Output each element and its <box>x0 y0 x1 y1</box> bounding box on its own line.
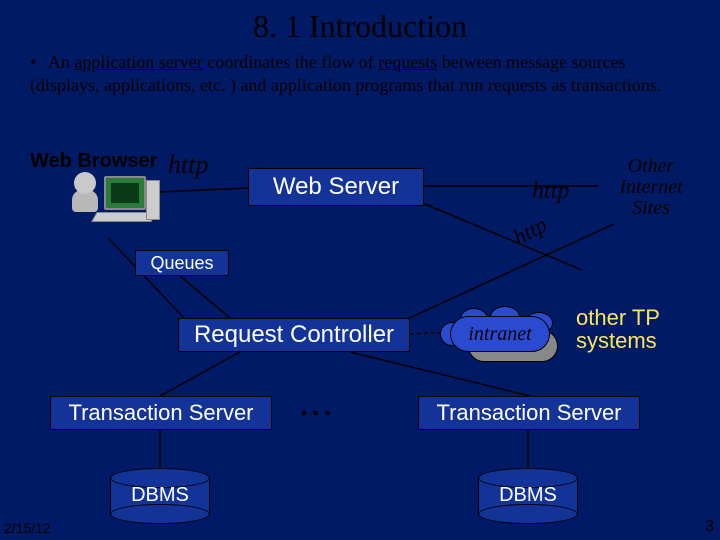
monitor-icon <box>104 176 146 210</box>
dbms-cylinder-2: DBMS <box>478 468 578 524</box>
other-sites-line2: Internet <box>596 177 706 198</box>
bullet-seg2: coordinates the flow of <box>203 52 378 72</box>
http-label-right: http <box>532 178 569 205</box>
bullet-underline2: requests <box>378 52 437 72</box>
bullet-text: An application server coordinates the fl… <box>30 52 661 95</box>
bullet-underline1: application server <box>74 52 202 72</box>
transaction-server-box-2: Transaction Server <box>418 396 640 430</box>
transaction-server-box-1: Transaction Server <box>50 396 272 430</box>
tower-icon <box>146 180 160 220</box>
diagram-stage: Web Browser http Web Server http http Ot… <box>0 150 720 540</box>
person-head-shape <box>74 172 96 194</box>
footer-page-number: 3 <box>705 518 714 536</box>
dbms-cylinder-1: DBMS <box>110 468 210 524</box>
queues-box: Queues <box>135 250 229 276</box>
web-browser-icon <box>72 172 162 232</box>
intranet-label: intranet <box>450 316 550 352</box>
http-label-left: http <box>168 150 208 180</box>
bullet-dot: • <box>30 51 36 74</box>
web-browser-label: Web Browser <box>30 150 157 173</box>
request-controller-box: Request Controller <box>178 318 410 352</box>
cylinder-bottom <box>110 504 210 524</box>
other-tp-line1: other TP <box>576 306 716 329</box>
bullet-seg1: An <box>48 52 75 72</box>
cylinder-bottom <box>478 504 578 524</box>
dbms-label-2: DBMS <box>478 484 578 507</box>
other-tp-line2: systems <box>576 329 716 352</box>
other-sites-line3: Sites <box>596 198 706 219</box>
other-sites-line1: Other <box>596 156 706 177</box>
other-tp-systems-label: other TP systems <box>576 306 716 352</box>
other-internet-sites-label: Other Internet Sites <box>596 156 706 219</box>
slide-title: 8. 1 Introduction <box>0 0 720 45</box>
intranet-cloud: intranet <box>440 310 560 360</box>
dbms-label-1: DBMS <box>110 484 210 507</box>
bullet-paragraph: • An application server coordinates the … <box>0 45 720 96</box>
footer-date: 2/15/12 <box>4 520 51 536</box>
ellipsis-label: ... <box>300 390 335 422</box>
web-server-box: Web Server <box>248 168 424 206</box>
http-label-diagonal: http <box>509 211 551 250</box>
